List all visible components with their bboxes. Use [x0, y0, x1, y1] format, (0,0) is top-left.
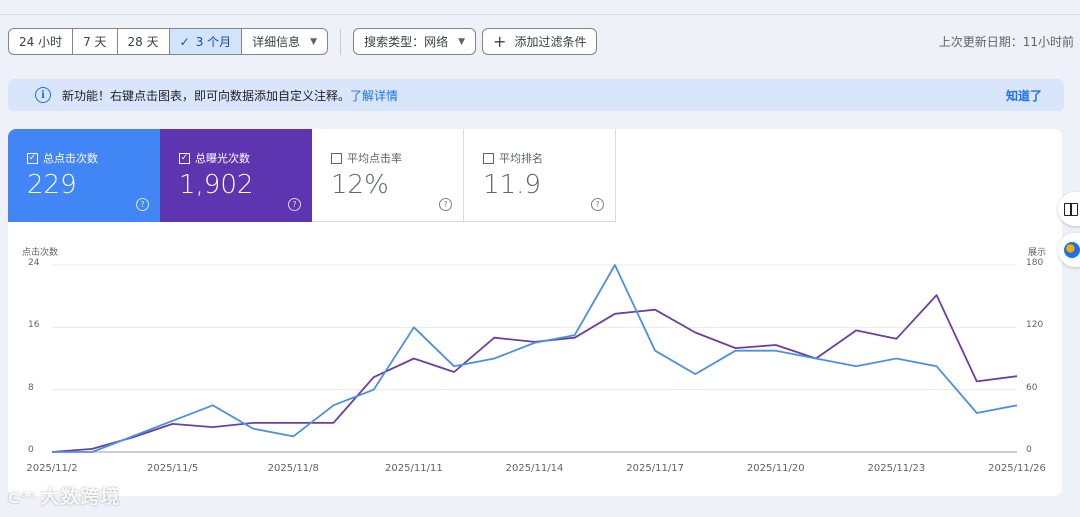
left-axis-tick: 0: [28, 445, 34, 455]
right-axis-tick: 60: [1026, 382, 1038, 393]
x-axis-tick: 2025/11/23: [867, 463, 926, 474]
right-axis-tick: 120: [1026, 320, 1044, 331]
range-label: 7 天: [83, 35, 107, 49]
details-label: 详细信息: [252, 35, 301, 49]
x-axis-tick: 2025/11/5: [146, 463, 199, 474]
left-axis-tick: 8: [28, 382, 34, 393]
right-axis-tick: 0: [1026, 445, 1032, 455]
watermark-text: 大数跨境: [40, 486, 121, 508]
toolbar-divider: [340, 28, 342, 55]
top-divider: [0, 14, 1080, 15]
plus-icon: +: [493, 31, 507, 51]
check-icon: ✓: [179, 34, 190, 49]
x-axis-tick: 2025/11/26: [988, 463, 1046, 474]
left-axis-tick: 24: [28, 258, 40, 268]
watermark: ᑕ°° 大数跨境: [8, 482, 120, 509]
date-range-selector: 24 小时 7 天 28 天 ✓ 3 个月 详细信息 ▼: [8, 28, 329, 55]
x-axis-tick: 2025/11/17: [626, 463, 684, 474]
left-axis-tick: 16: [28, 320, 40, 331]
watermark-logo-icon: ᑕ°°: [8, 491, 37, 507]
info-icon: i: [35, 87, 51, 103]
details-dropdown[interactable]: 详细信息 ▼: [242, 29, 327, 54]
x-axis-tick: 2025/11/14: [505, 463, 564, 474]
performance-card: ✓ 总点击次数 229 ? ✓ 总曝光次数 1,902 ? 平均点击率 12% ? …: [8, 129, 1062, 496]
globe-icon: [1064, 242, 1080, 258]
book-icon: [1064, 202, 1078, 216]
impressions-series-line[interactable]: [51, 294, 1018, 453]
range-7d-button[interactable]: 7 天: [73, 29, 118, 54]
x-axis-tick: 2025/11/20: [746, 463, 805, 474]
range-label: 3 个月: [195, 35, 232, 49]
banner-text: 新功能！右键点击图表，即可向数据添加自定义注释。: [62, 88, 351, 103]
search-type-dropdown[interactable]: 搜索类型：网络 ▼: [353, 28, 477, 55]
x-axis-tick: 2025/11/2: [26, 463, 78, 474]
range-3m-button[interactable]: ✓ 3 个月: [169, 29, 243, 54]
add-filter-label: 添加过滤条件: [514, 35, 587, 49]
feature-banner: i 新功能！右键点击图表，即可向数据添加自定义注释。 了解详情 知道了: [8, 79, 1064, 111]
caret-down-icon: ▼: [458, 36, 466, 47]
range-28d-button[interactable]: 28 天: [118, 29, 170, 54]
range-label: 24 小时: [19, 35, 63, 49]
range-24h-button[interactable]: 24 小时: [9, 29, 74, 54]
dismiss-button[interactable]: 知道了: [1006, 87, 1042, 104]
caret-down-icon: ▼: [310, 36, 318, 47]
clicks-series-line[interactable]: [52, 264, 1018, 453]
last-updated-text: 上次更新日期：11小时前: [938, 35, 1074, 49]
x-axis-tick: 2025/11/8: [267, 463, 319, 474]
chart-svg: [51, 264, 1018, 453]
x-axis-tick: 2025/11/11: [385, 463, 443, 474]
right-axis-tick: 180: [1026, 258, 1044, 268]
search-type-label: 搜索类型：网络: [364, 35, 449, 49]
range-label: 28 天: [127, 35, 159, 49]
learn-more-link[interactable]: 了解详情: [350, 87, 398, 104]
add-filter-button[interactable]: + 添加过滤条件: [482, 28, 598, 55]
date-toolbar: 24 小时 7 天 28 天 ✓ 3 个月 详细信息 ▼ 搜索类型：网络 ▼ + 添加过…: [8, 28, 598, 55]
